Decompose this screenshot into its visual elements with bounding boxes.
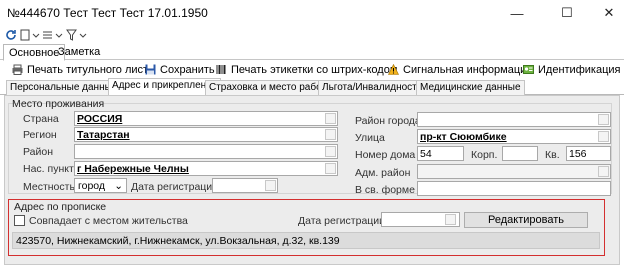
barcode-icon bbox=[216, 65, 226, 74]
flat-field[interactable]: 156 bbox=[566, 146, 611, 161]
building-field[interactable] bbox=[502, 146, 538, 161]
subtab-personal[interactable]: Персональные данные bbox=[6, 80, 122, 95]
registration-address: 423570, Нижнекамский, г.Нижнекамск, ул.В… bbox=[12, 232, 600, 249]
country-field[interactable]: РОССИЯ bbox=[74, 111, 338, 126]
minimize-button[interactable]: — bbox=[502, 3, 532, 23]
signal-info-button[interactable]: Сигнальная информация bbox=[388, 62, 532, 77]
house-field[interactable]: 54 bbox=[417, 146, 464, 161]
adm-district-label: Адм. район bbox=[355, 167, 411, 179]
military-label: В св. форме bbox=[355, 184, 415, 196]
locality-value: город bbox=[78, 180, 106, 192]
street-lookup-button[interactable] bbox=[598, 131, 609, 142]
save-button[interactable]: Сохранить bbox=[145, 62, 215, 77]
district-field[interactable] bbox=[74, 144, 338, 159]
region-label: Регион bbox=[23, 129, 57, 141]
filter-menu-icon[interactable] bbox=[66, 27, 88, 43]
adm-district-lookup-button[interactable] bbox=[598, 166, 609, 177]
street-label: Улица bbox=[355, 132, 385, 144]
region-field[interactable]: Татарстан bbox=[74, 127, 338, 142]
locality-label: Местность bbox=[23, 181, 75, 193]
locality-select[interactable]: город ⌄ bbox=[74, 178, 127, 193]
signal-info-label: Сигнальная информация bbox=[403, 63, 533, 76]
country-label: Страна bbox=[23, 113, 59, 125]
registration-group-label: Адрес по прописке bbox=[14, 201, 107, 213]
residence-reg-date-button[interactable] bbox=[265, 180, 276, 191]
print-barcode-button[interactable]: Печать этикетки со штрих-кодом bbox=[216, 62, 397, 77]
military-field[interactable] bbox=[417, 181, 611, 196]
flat-label: Кв. bbox=[545, 149, 560, 161]
print-title-button[interactable]: Печать титульного листа bbox=[12, 62, 154, 77]
print-barcode-label: Печать этикетки со штрих-кодом bbox=[231, 63, 398, 76]
id-card-icon bbox=[523, 65, 534, 74]
refresh-icon[interactable] bbox=[5, 27, 17, 43]
subtab-medical[interactable]: Медицинские данные bbox=[416, 80, 525, 95]
edit-button[interactable]: Редактировать bbox=[464, 212, 588, 228]
registration-reg-date-button[interactable] bbox=[445, 214, 456, 225]
printer-icon bbox=[12, 64, 23, 75]
registration-reg-date-label: Дата регистрации bbox=[298, 215, 386, 227]
close-button[interactable]: ✕ bbox=[594, 3, 624, 23]
district-lookup-button[interactable] bbox=[325, 146, 336, 157]
district-label: Район bbox=[23, 146, 53, 158]
print-title-label: Печать титульного листа bbox=[27, 63, 155, 76]
maximize-button[interactable]: ☐ bbox=[552, 3, 582, 23]
street-field[interactable]: пр-кт Сююмбике bbox=[417, 129, 611, 144]
house-label: Номер дома bbox=[355, 149, 416, 161]
city-district-lookup-button[interactable] bbox=[598, 114, 609, 125]
subtab-benefits[interactable]: Льгота/Инвалидность bbox=[318, 80, 426, 95]
chevron-down-icon: ⌄ bbox=[114, 180, 123, 192]
floppy-icon bbox=[145, 64, 156, 75]
save-label: Сохранить bbox=[160, 63, 215, 76]
identification-label: Идентификация bbox=[538, 63, 621, 76]
settlement-label: Нас. пункт bbox=[23, 163, 74, 175]
country-lookup-button[interactable] bbox=[325, 113, 336, 124]
adm-district-field[interactable] bbox=[417, 164, 611, 179]
residence-group-label: Место проживания bbox=[12, 98, 105, 110]
tab-note[interactable]: Заметка bbox=[53, 44, 105, 61]
window-title: №444670 Тест Тест Тест 17.01.1950 bbox=[7, 6, 208, 20]
columns-menu-icon[interactable] bbox=[42, 27, 64, 43]
settlement-lookup-button[interactable] bbox=[325, 163, 336, 174]
settlement-field[interactable]: г Набережные Челны bbox=[74, 161, 338, 176]
warning-icon bbox=[388, 64, 399, 75]
residence-reg-date-label: Дата регистрации bbox=[131, 181, 219, 193]
identification-button[interactable]: Идентификация bbox=[523, 62, 620, 77]
same-address-checkbox[interactable] bbox=[14, 215, 25, 226]
building-label: Корп. bbox=[471, 149, 498, 161]
document-menu-icon[interactable] bbox=[20, 27, 40, 43]
city-district-label: Район города bbox=[355, 115, 421, 127]
region-lookup-button[interactable] bbox=[325, 129, 336, 140]
same-address-label: Совпадает с местом жительства bbox=[29, 215, 188, 227]
city-district-field[interactable] bbox=[417, 112, 611, 127]
